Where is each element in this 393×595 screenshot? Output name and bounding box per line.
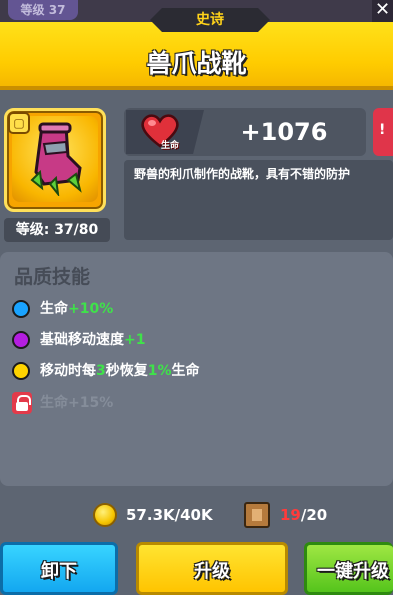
one-key-upgrade-button[interactable]: 一键升级 [304, 542, 393, 595]
scroll-cost: 19/20 [280, 506, 328, 524]
skill-text: 生命+15% [40, 395, 114, 411]
background-level-label: 等级 37 [8, 0, 78, 20]
gold-cost: 57.3K/40K [126, 506, 213, 524]
skill-text: 生命+10% [40, 301, 114, 317]
lock-icon [12, 392, 32, 414]
skill-text: 基础移动速度+1 [40, 332, 146, 348]
close-icon[interactable]: ✕ [372, 0, 393, 22]
upgrade-button[interactable]: 升级 [136, 542, 288, 595]
skill-dot-icon [12, 331, 30, 349]
item-level: 等级: 37/80 [4, 218, 110, 242]
compare-button[interactable]: ! [373, 108, 393, 156]
scroll-icon [244, 502, 270, 528]
skill-dot-icon [12, 300, 30, 318]
skill-dot-icon [12, 362, 30, 380]
stat-label: 生命 [160, 141, 179, 151]
compare-button-glyph: ! [379, 122, 386, 138]
skills-title: 品质技能 [14, 266, 91, 288]
item-name: 兽爪战靴 [146, 49, 247, 78]
rarity-tag: 史诗 [150, 8, 270, 32]
equipped-badge-icon: ▢ [8, 112, 30, 134]
boot-icon [30, 122, 82, 196]
stat-value: +1076 [240, 118, 328, 146]
item-description: 野兽的利爪制作的战靴，具有不错的防护 [134, 167, 351, 181]
skill-text: 移动时每3秒恢复1%生命 [40, 363, 200, 379]
unequip-button[interactable]: 卸下 [0, 542, 118, 595]
coin-icon [93, 503, 117, 527]
